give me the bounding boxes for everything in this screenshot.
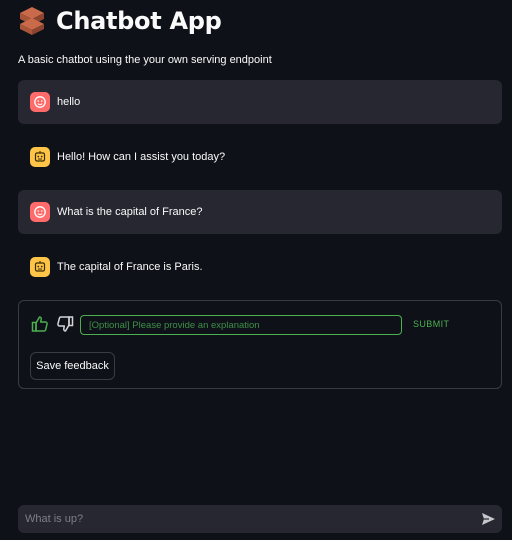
chat-message-assistant: The capital of France is Paris. — [18, 245, 502, 289]
page-title: Chatbot App — [56, 7, 222, 35]
robot-icon — [30, 147, 50, 167]
thumbs-up-icon[interactable] — [31, 315, 49, 333]
chat-input-bar — [18, 505, 502, 533]
message-text: What is the capital of France? — [57, 206, 203, 218]
explanation-input[interactable] — [80, 315, 402, 335]
feedback-form: SUBMIT Save feedback — [18, 300, 502, 389]
robot-icon — [30, 257, 50, 277]
chat-input[interactable] — [18, 505, 468, 533]
brick-icon — [20, 7, 44, 35]
thumbs-down-icon[interactable] — [56, 315, 74, 333]
submit-button[interactable]: SUBMIT — [413, 319, 449, 329]
chat-message-user: What is the capital of France? — [18, 190, 502, 234]
page-subtitle: A basic chatbot using the your own servi… — [18, 54, 272, 66]
message-text: The capital of France is Paris. — [57, 261, 203, 273]
chat-message-user: hello — [18, 80, 502, 124]
app-header: Chatbot App — [18, 6, 222, 36]
chat-message-assistant: Hello! How can I assist you today? — [18, 135, 502, 179]
user-face-icon — [30, 202, 50, 222]
send-icon — [482, 513, 495, 525]
user-face-icon — [30, 92, 50, 112]
message-text: hello — [57, 96, 81, 108]
chatbot-page: Chatbot App A basic chatbot using the yo… — [0, 0, 512, 540]
send-button[interactable] — [480, 511, 496, 527]
save-feedback-button[interactable]: Save feedback — [30, 352, 115, 380]
message-text: Hello! How can I assist you today? — [57, 151, 226, 163]
